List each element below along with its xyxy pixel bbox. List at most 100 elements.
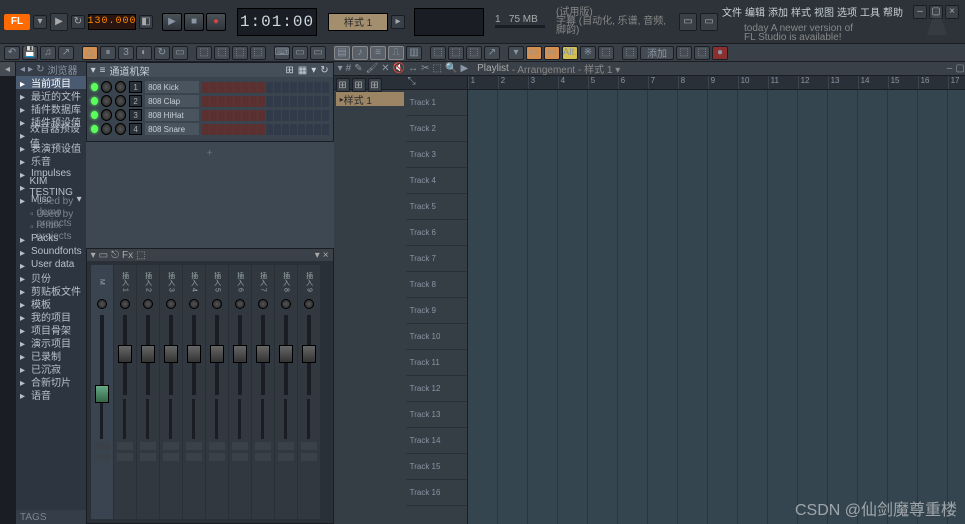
tool-typing-icon[interactable]: ⌨ (274, 46, 290, 60)
track-header[interactable]: Track 13 (406, 402, 467, 428)
step-button[interactable] (266, 110, 273, 121)
step-button[interactable] (234, 96, 241, 107)
step-button[interactable] (306, 82, 313, 93)
mixer-strip[interactable]: M (91, 265, 113, 519)
step-button[interactable] (242, 82, 249, 93)
cr-fold-icon[interactable]: ≡ (100, 65, 106, 76)
pl-min-icon[interactable]: – (947, 63, 953, 74)
bar-number[interactable]: 8 (678, 76, 708, 89)
bar-number[interactable]: 11 (768, 76, 798, 89)
step-button[interactable] (314, 124, 321, 135)
channel-name-button[interactable]: 808 Clap (145, 95, 198, 107)
track-header[interactable]: Track 15 (406, 454, 467, 480)
step-button[interactable] (218, 110, 225, 121)
fader-handle[interactable] (95, 385, 109, 403)
tool-rec-icon[interactable]: ● (712, 46, 728, 60)
send-button[interactable] (278, 442, 294, 450)
tool-g-icon[interactable]: ⬚ (430, 46, 446, 60)
view-playlist-icon[interactable]: ▤ (334, 46, 350, 60)
tool-add-button[interactable]: 添加 (640, 46, 674, 60)
send-button[interactable] (117, 442, 133, 450)
step-button[interactable] (218, 96, 225, 107)
tool-j-icon[interactable]: ↗ (484, 46, 500, 60)
fader-handle[interactable] (164, 345, 178, 363)
step-button[interactable] (274, 110, 281, 121)
step-button[interactable] (234, 110, 241, 121)
step-button[interactable] (274, 124, 281, 135)
vol-knob[interactable] (115, 95, 126, 107)
fl-logo[interactable]: FL (4, 14, 30, 30)
tool-export-icon[interactable]: ↗ (58, 46, 74, 60)
send-button[interactable] (255, 442, 271, 450)
step-button[interactable] (202, 124, 209, 135)
strip-pan-knob[interactable] (281, 299, 291, 309)
step-button[interactable] (218, 82, 225, 93)
step-button[interactable] (266, 82, 273, 93)
strip-pan-knob[interactable] (304, 299, 314, 309)
step-button[interactable] (202, 110, 209, 121)
bar-number[interactable]: 4 (558, 76, 588, 89)
sync-icon[interactable]: ↻ (71, 15, 85, 29)
step-button[interactable] (226, 110, 233, 121)
pl-snap-icon[interactable]: # (346, 63, 352, 74)
mixer-strip[interactable]: 插入 6 (229, 265, 251, 519)
bar-number[interactable]: 16 (918, 76, 948, 89)
mixer-strip[interactable]: 插入 2 (137, 265, 159, 519)
mx-link-icon[interactable]: ⎋ (111, 250, 119, 261)
menu-dropdown-icon[interactable]: ▾ (33, 15, 47, 29)
track-header[interactable]: Track 11 (406, 350, 467, 376)
tool-n-icon[interactable]: ⬚ (598, 46, 614, 60)
fader-handle[interactable] (233, 345, 247, 363)
mute-button[interactable] (94, 453, 110, 461)
step-button[interactable] (290, 82, 297, 93)
mute-button[interactable] (232, 453, 248, 461)
view-channelrack-icon[interactable]: ≡ (370, 46, 386, 60)
strip-pan-knob[interactable] (97, 299, 107, 309)
mx-menu-icon[interactable]: ▾ (91, 250, 96, 261)
pan-knob[interactable] (101, 95, 112, 107)
pl-paint-icon[interactable]: 🖌 (366, 63, 379, 74)
step-button[interactable] (250, 96, 257, 107)
step-button[interactable] (282, 110, 289, 121)
strip-pan-knob[interactable] (166, 299, 176, 309)
cr-add-icon[interactable]: + (86, 142, 334, 159)
track-header[interactable]: Track 10 (406, 324, 467, 350)
menu-file[interactable]: 文件 (722, 4, 742, 19)
tool-save-icon[interactable]: 💾 (22, 46, 38, 60)
pattern-selector[interactable]: 样式 1 (328, 13, 388, 31)
pl-tab-a-icon[interactable]: ⊞ (336, 78, 350, 92)
track-header[interactable]: Track 16 (406, 480, 467, 506)
channel-name-button[interactable]: 808 Kick (145, 81, 198, 93)
track-header[interactable]: Track 7 (406, 246, 467, 272)
fader-handle[interactable] (187, 345, 201, 363)
mute-button[interactable] (278, 453, 294, 461)
menu-tools[interactable]: 工具 (860, 4, 880, 19)
midi-icon[interactable]: ▭ (679, 13, 697, 31)
pl-zoom-icon[interactable]: 🔍 (445, 63, 457, 74)
step-button[interactable] (242, 124, 249, 135)
bar-number[interactable]: 7 (648, 76, 678, 89)
step-button[interactable] (322, 110, 329, 121)
tool-render-icon[interactable]: ♫ (40, 46, 56, 60)
step-button[interactable] (290, 124, 297, 135)
pan-knob[interactable] (101, 109, 112, 121)
step-button[interactable] (266, 124, 273, 135)
tool-countdown-icon[interactable]: 3 (118, 46, 134, 60)
tool-h-icon[interactable]: ⬚ (448, 46, 464, 60)
pl-draw-icon[interactable]: ✎ (354, 63, 362, 74)
step-button[interactable] (234, 124, 241, 135)
channel-name-button[interactable]: 808 HiHat (145, 109, 198, 121)
mx-a-icon[interactable]: ⬚ (136, 250, 145, 261)
step-button[interactable] (242, 110, 249, 121)
pl-mute-icon[interactable]: 🔇 (393, 63, 405, 74)
tempo-display[interactable]: 130.000 (88, 14, 136, 30)
step-button[interactable] (266, 96, 273, 107)
track-header[interactable]: Track 4 (406, 168, 467, 194)
channel-number[interactable]: 2 (129, 95, 142, 107)
strip-pan-knob[interactable] (189, 299, 199, 309)
fader-handle[interactable] (302, 345, 316, 363)
send-button[interactable] (209, 442, 225, 450)
mixer-strip[interactable]: 插入 9 (298, 265, 320, 519)
bar-number[interactable]: 2 (498, 76, 528, 89)
pan-knob[interactable] (101, 123, 112, 135)
